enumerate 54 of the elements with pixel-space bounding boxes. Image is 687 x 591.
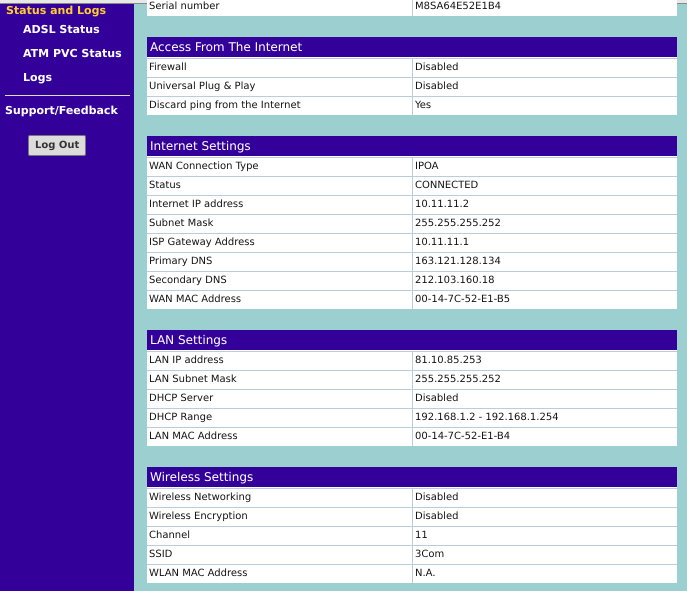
table-cell-text: 163.121.128.134 (414, 255, 502, 269)
table-cell: WAN Connection Type (147, 158, 413, 176)
table-cell: Universal Plug & Play (147, 78, 413, 96)
table-cell-text: IPOA (414, 160, 440, 174)
sidebar-heading[interactable]: Status and Logs (6, 5, 106, 17)
table-cell-text: Disabled (414, 392, 460, 406)
section-header: Access From The Internet (147, 37, 677, 58)
section-header: Wireless Settings (147, 467, 677, 488)
table-cell: LAN Subnet Mask (147, 371, 413, 389)
table-cell-text: M8SA64E52E1B4 (414, 0, 502, 14)
sidebar-link[interactable]: Support/Feedback (5, 104, 118, 118)
table-cell: DHCP Server (147, 390, 413, 408)
table-cell: Status (147, 177, 413, 195)
table-cell-text: 212.103.160.18 (414, 274, 496, 288)
table-cell-text: 255.255.255.252 (414, 373, 502, 387)
table-cell-text: Disabled (414, 61, 460, 75)
sidebar-item[interactable]: ADSL Status (23, 23, 100, 37)
sidebar-item[interactable]: ATM PVC Status (23, 47, 122, 61)
table-cell-text: 192.168.1.2 - 192.168.1.254 (414, 411, 560, 425)
table-cell: Subnet Mask (147, 215, 413, 233)
table-cell: Primary DNS (147, 253, 413, 271)
table-cell-text: 00-14-7C-52-E1-B4 (414, 430, 512, 444)
section-header: Internet Settings (147, 136, 677, 157)
table-cell: Firewall (147, 59, 413, 77)
table-cell-text: Yes (414, 99, 432, 113)
table-cell: SSID (147, 546, 413, 564)
table-cell: Wireless Encryption (147, 508, 413, 526)
table-cell-text: 10.11.11.2 (414, 198, 470, 212)
table-cell-text: CONNECTED (414, 179, 480, 193)
sidebar-item[interactable]: Logs (23, 71, 52, 85)
table-cell: LAN IP address (147, 352, 413, 370)
table-cell: WAN MAC Address (147, 291, 413, 309)
table-cell: Channel (147, 527, 413, 545)
table-cell: Wireless Networking (147, 489, 413, 507)
table-cell-text: 3Com (414, 548, 446, 562)
table-cell: Secondary DNS (147, 272, 413, 290)
table-cell: Discard ping from the Internet (147, 97, 413, 115)
table-cell-text: 11 (414, 529, 429, 543)
section-header: LAN Settings (147, 330, 677, 351)
table-cell-text: Disabled (414, 491, 460, 505)
table-cell: Serial number (147, 0, 413, 16)
table-cell-text: N.A. (414, 567, 437, 581)
table-cell: DHCP Range (147, 409, 413, 427)
table-cell: WLAN MAC Address (147, 565, 413, 583)
table-cell-text: 10.11.11.1 (414, 236, 470, 250)
table-cell: LAN MAC Address (147, 428, 413, 446)
table-cell-text: 81.10.85.253 (414, 354, 483, 368)
logout-button[interactable]: Log Out (28, 135, 86, 156)
table-cell-text: 00-14-7C-52-E1-B5 (414, 293, 512, 307)
table-cell: Internet IP address (147, 196, 413, 214)
table-cell-text: Disabled (414, 510, 460, 524)
table-cell-text: 255.255.255.252 (414, 217, 502, 231)
table-cell-text: Disabled (414, 80, 460, 94)
table-cell: ISP Gateway Address (147, 234, 413, 252)
